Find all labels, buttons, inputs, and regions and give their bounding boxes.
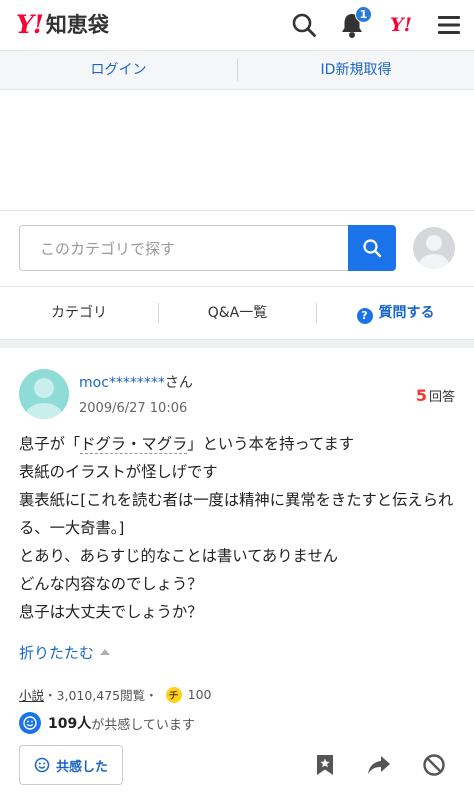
post-date: 2009/6/27 10:06: [79, 401, 188, 416]
coin-icon: チ: [165, 686, 182, 703]
body-text: 」という本を持ってます: [187, 435, 355, 453]
question-card: moc********さん 2009/6/27 10:06 5 回答 息子が「ドグ…: [0, 348, 474, 803]
questioner-name[interactable]: moc********さん: [79, 372, 193, 392]
bookmark-icon[interactable]: [312, 752, 338, 778]
answer-count-label: 回答: [428, 390, 455, 405]
body-line: 表紙のイラストが怪しげです: [19, 463, 218, 481]
keyword-link[interactable]: ドグラ・マグラ: [80, 435, 188, 454]
search-button[interactable]: [348, 225, 396, 271]
block-icon[interactable]: [421, 752, 447, 778]
logo-text: 知恵袋: [45, 13, 109, 37]
category-nav: カテゴリ Q&A一覧 ? 質問する: [0, 286, 474, 340]
question-icon: ?: [356, 308, 373, 324]
body-text: 息子が「: [19, 435, 81, 453]
honorific: さん: [164, 375, 193, 391]
body-line: 息子は大丈夫でしょうか？: [19, 603, 203, 621]
search-area: このカテゴリで探す: [0, 210, 474, 286]
empathy-count: 109人: [48, 716, 92, 732]
yahoo-logo-mark: Y!: [16, 9, 44, 39]
question-body: 息子が「ドグラ・マグラ」という本を持ってます 表紙のイラストが怪しげです 裏表紙…: [19, 430, 459, 626]
notification-badge: 1: [355, 6, 372, 23]
smile-icon: [19, 712, 41, 734]
login-link[interactable]: ログイン: [0, 51, 237, 89]
empathy-summary: 109人 が共感しています: [19, 712, 195, 734]
question-meta: 小説 ・3,010,475閲覧・ チ 100: [19, 685, 212, 704]
coin-amount: 100: [187, 687, 212, 702]
view-count: ・3,010,475閲覧・: [44, 688, 158, 703]
empathy-text: が共感しています: [91, 717, 195, 733]
app-header: Y! 知恵袋 1 Y!: [0, 0, 474, 50]
questioner-avatar[interactable]: [19, 369, 69, 419]
ask-question-button[interactable]: ? 質問する: [317, 287, 474, 339]
bell-icon[interactable]: 1: [336, 6, 372, 41]
search-icon[interactable]: [288, 9, 320, 41]
tab-qa-list[interactable]: Q&A一覧: [159, 287, 316, 339]
category-link[interactable]: 小説: [19, 685, 44, 704]
body-line: 裏表紙に[これを読む者は一度は精神に異常をきたすと伝えられる、一大奇書。]: [19, 491, 454, 537]
body-line: とあり、あらすじ的なことは書いてありません: [19, 547, 338, 565]
tab-category[interactable]: カテゴリ: [0, 287, 158, 339]
body-line: 息子が「ドグラ・マグラ」という本を持ってます: [19, 430, 459, 458]
register-link[interactable]: ID新規取得: [238, 51, 474, 89]
collapse-button[interactable]: 折りたたむ: [19, 642, 111, 663]
section-gap: [0, 340, 474, 348]
body-line: どんな内容なのでしょう？: [19, 575, 203, 593]
search-icon: [363, 239, 382, 258]
chevron-up-icon: [100, 649, 111, 655]
answer-count-number: 5: [415, 386, 427, 405]
share-icon[interactable]: [366, 752, 392, 778]
login-bar: ログイン ID新規取得: [0, 50, 474, 90]
smile-icon: [34, 757, 50, 773]
yahoo-top-link[interactable]: Y!: [385, 9, 417, 41]
yahoo-mark-icon: Y!: [390, 14, 412, 36]
ask-label: 質問する: [378, 305, 435, 321]
chiebukuro-logo[interactable]: Y! 知恵袋: [16, 9, 109, 39]
search-input[interactable]: このカテゴリで探す: [19, 225, 349, 271]
user-avatar[interactable]: [413, 227, 455, 269]
user-id[interactable]: moc********: [79, 375, 165, 391]
empathy-button[interactable]: 共感した: [19, 745, 123, 785]
ad-space: [0, 90, 474, 210]
empathy-button-label: 共感した: [55, 759, 108, 775]
menu-icon[interactable]: [433, 9, 465, 41]
collapse-label: 折りたたむ: [19, 644, 95, 662]
answer-count[interactable]: 5 回答: [416, 386, 455, 405]
